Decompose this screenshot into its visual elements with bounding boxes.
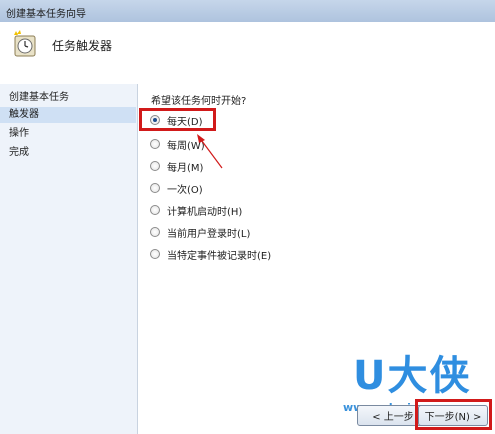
radio-button[interactable] <box>150 205 160 215</box>
radio-button[interactable] <box>150 249 160 259</box>
option-at-logon[interactable]: 当前用户登录时(L) <box>150 224 250 240</box>
radio-button[interactable] <box>150 139 160 149</box>
radio-button[interactable] <box>150 161 160 171</box>
daily-highlight-box <box>139 108 216 131</box>
option-label: 计算机启动时(H) <box>167 206 243 218</box>
wizard-header: 任务触发器 <box>0 22 495 85</box>
sidebar-item-action[interactable]: 操作 <box>0 126 136 142</box>
option-label: 一次(O) <box>167 184 203 196</box>
sidebar-item-finish[interactable]: 完成 <box>0 145 136 161</box>
option-monthly[interactable]: 每月(M) <box>150 158 203 174</box>
radio-button[interactable] <box>150 227 160 237</box>
option-weekly[interactable]: 每周(W) <box>150 136 205 152</box>
window-titlebar: 创建基本任务向导 <box>0 0 495 23</box>
next-highlight-box <box>415 399 492 430</box>
sidebar-item-create-basic-task[interactable]: 创建基本任务 <box>0 90 136 106</box>
option-on-event[interactable]: 当特定事件被记录时(E) <box>150 246 271 262</box>
trigger-prompt: 希望该任务何时开始? <box>151 96 247 107</box>
option-label: 当特定事件被记录时(E) <box>167 250 272 262</box>
option-label: 每周(W) <box>167 140 205 152</box>
option-once[interactable]: 一次(O) <box>150 180 203 196</box>
option-label: 每月(M) <box>167 162 204 174</box>
clock-task-icon <box>14 30 36 57</box>
option-label: 当前用户登录时(L) <box>167 228 251 240</box>
option-at-startup[interactable]: 计算机启动时(H) <box>150 202 242 218</box>
sidebar-item-trigger[interactable]: 触发器 <box>0 107 136 123</box>
page-title: 任务触发器 <box>52 39 113 53</box>
watermark-brand: U大侠 <box>353 353 472 399</box>
window-title: 创建基本任务向导 <box>6 9 86 20</box>
radio-button[interactable] <box>150 183 160 193</box>
wizard-steps-sidebar: 创建基本任务 触发器 操作 完成 <box>0 84 138 434</box>
